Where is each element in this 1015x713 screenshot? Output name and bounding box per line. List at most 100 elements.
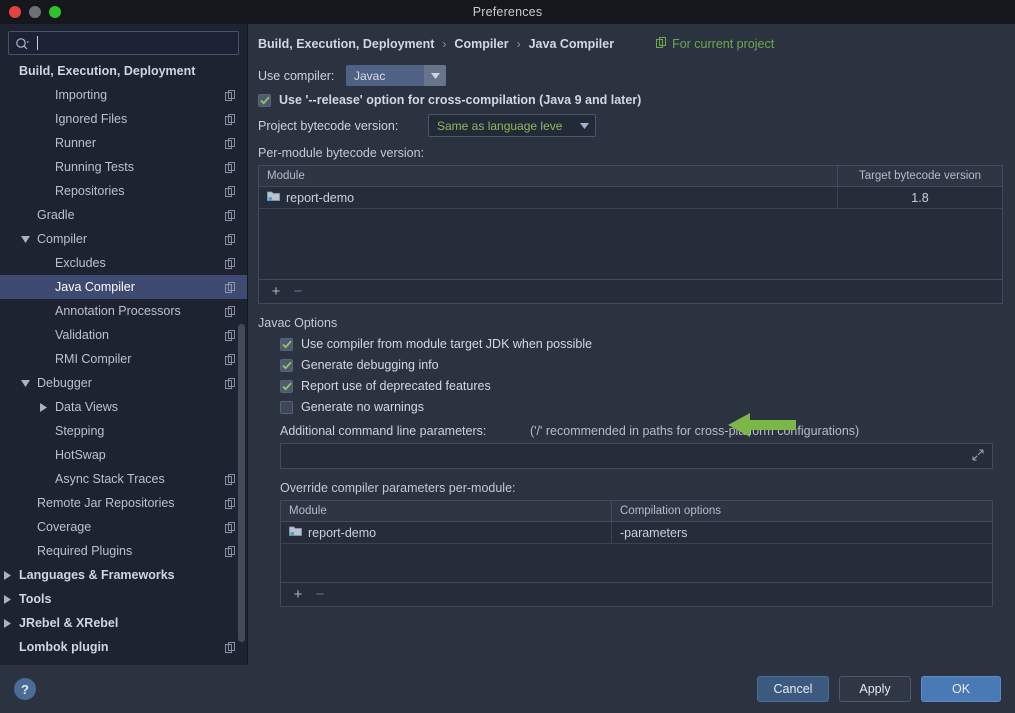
additional-params-input[interactable]: [289, 449, 972, 463]
copy-settings-icon[interactable]: [223, 641, 237, 653]
javac-option-row[interactable]: Generate debugging info: [280, 358, 1003, 372]
apply-button[interactable]: Apply: [839, 676, 911, 702]
sidebar-item-tools[interactable]: Tools: [0, 587, 247, 611]
javac-option-row[interactable]: Generate no warnings: [280, 400, 1003, 414]
sidebar-item-jrebel-xrebel[interactable]: JRebel & XRebel: [0, 611, 247, 635]
copy-settings-icon[interactable]: [223, 329, 237, 341]
target-version-cell[interactable]: 1.8: [837, 187, 1002, 208]
bytecode-table-header: Module Target bytecode version: [259, 166, 1002, 187]
close-window-button[interactable]: [9, 6, 21, 18]
sidebar-item-validation[interactable]: Validation: [0, 323, 247, 347]
sidebar-item-hotswap[interactable]: HotSwap: [0, 443, 247, 467]
sidebar-scrollbar[interactable]: [238, 324, 245, 642]
javac-option-checkbox[interactable]: [280, 337, 293, 351]
copy-settings-icon[interactable]: [223, 233, 237, 245]
release-option-row[interactable]: Use '--release' option for cross-compila…: [258, 93, 1003, 107]
sidebar-item-annotation-processors[interactable]: Annotation Processors: [0, 299, 247, 323]
cancel-button[interactable]: Cancel: [757, 676, 829, 702]
override-col-module[interactable]: Module: [281, 501, 611, 521]
use-compiler-select[interactable]: Javac: [346, 65, 446, 86]
sidebar-item-excludes[interactable]: Excludes: [0, 251, 247, 275]
copy-settings-icon[interactable]: [223, 113, 237, 125]
javac-option-row[interactable]: Use compiler from module target JDK when…: [280, 337, 1003, 351]
javac-option-checkbox[interactable]: [280, 379, 293, 393]
sidebar-item-gradle[interactable]: Gradle: [0, 203, 247, 227]
sidebar-item-stepping[interactable]: Stepping: [0, 419, 247, 443]
copy-settings-icon[interactable]: [223, 497, 237, 509]
help-button[interactable]: ?: [14, 678, 36, 700]
bytecode-col-target[interactable]: Target bytecode version: [837, 166, 1002, 186]
scope-indicator[interactable]: For current project: [656, 37, 774, 51]
sidebar-item-repositories[interactable]: Repositories: [0, 179, 247, 203]
add-override-button[interactable]: +: [289, 587, 307, 602]
bytecode-col-module[interactable]: Module: [259, 166, 837, 186]
breadcrumb-item-1[interactable]: Compiler: [454, 37, 508, 51]
zoom-window-button[interactable]: [49, 6, 61, 18]
release-option-checkbox[interactable]: [258, 93, 271, 107]
copy-settings-icon[interactable]: [223, 545, 237, 557]
remove-bytecode-button[interactable]: −: [289, 284, 307, 299]
add-bytecode-button[interactable]: +: [267, 284, 285, 299]
javac-option-row[interactable]: Report use of deprecated features: [280, 379, 1003, 393]
sidebar-item-rmi-compiler[interactable]: RMI Compiler: [0, 347, 247, 371]
sidebar-item-coverage[interactable]: Coverage: [0, 515, 247, 539]
sidebar-item-ignored-files[interactable]: Ignored Files: [0, 107, 247, 131]
remove-override-button[interactable]: −: [311, 587, 329, 602]
javac-option-checkbox[interactable]: [280, 400, 293, 414]
search-container: [0, 24, 247, 59]
sidebar-item-running-tests[interactable]: Running Tests: [0, 155, 247, 179]
sidebar-item-label: Lombok plugin: [19, 640, 109, 654]
sidebar-scrollbar-thumb[interactable]: [238, 324, 245, 642]
sidebar-item-importing[interactable]: Importing: [0, 83, 247, 107]
javac-option-label: Generate debugging info: [301, 358, 439, 372]
copy-settings-icon[interactable]: [223, 521, 237, 533]
tree-twisty-collapsed-icon[interactable]: [1, 594, 14, 604]
title-bar: Preferences: [0, 0, 1015, 24]
copy-settings-icon[interactable]: [223, 209, 237, 221]
tree-twisty-expanded-icon[interactable]: [19, 379, 32, 387]
sidebar-item-java-compiler[interactable]: Java Compiler: [0, 275, 247, 299]
module-cell[interactable]: report-demo: [281, 522, 611, 543]
copy-settings-icon[interactable]: [223, 281, 237, 293]
sidebar-item-lombok-plugin[interactable]: Lombok plugin: [0, 635, 247, 659]
sidebar-item-languages-frameworks[interactable]: Languages & Frameworks: [0, 563, 247, 587]
copy-settings-icon[interactable]: [223, 353, 237, 365]
tree-twisty-collapsed-icon[interactable]: [1, 570, 14, 580]
copy-settings-icon[interactable]: [223, 473, 237, 485]
sidebar-item-runner[interactable]: Runner: [0, 131, 247, 155]
copy-settings-icon[interactable]: [223, 377, 237, 389]
breadcrumb-item-0[interactable]: Build, Execution, Deployment: [258, 37, 434, 51]
copy-settings-icon[interactable]: [223, 161, 237, 173]
additional-params-field[interactable]: [280, 443, 993, 469]
sidebar-item-debugger[interactable]: Debugger: [0, 371, 247, 395]
sidebar-item-build-execution-deployment[interactable]: Build, Execution, Deployment: [0, 59, 247, 83]
module-cell[interactable]: report-demo: [259, 187, 837, 208]
sidebar-item-required-plugins[interactable]: Required Plugins: [0, 539, 247, 563]
sidebar-item-async-stack-traces[interactable]: Async Stack Traces: [0, 467, 247, 491]
search-box[interactable]: [8, 31, 239, 55]
ok-button[interactable]: OK: [921, 676, 1001, 702]
project-bytecode-select[interactable]: Same as language leve: [428, 114, 596, 137]
compilation-options-cell[interactable]: -parameters: [611, 522, 992, 543]
copy-settings-icon[interactable]: [223, 257, 237, 269]
javac-option-checkbox[interactable]: [280, 358, 293, 372]
copy-settings-icon[interactable]: [223, 185, 237, 197]
copy-settings-icon[interactable]: [223, 89, 237, 101]
dialog-footer: ? Cancel Apply OK: [0, 665, 1015, 713]
table-row[interactable]: report-demo -parameters: [281, 522, 992, 544]
tree-twisty-collapsed-icon[interactable]: [37, 402, 50, 412]
sidebar-item-data-views[interactable]: Data Views: [0, 395, 247, 419]
sidebar-item-remote-jar-repositories[interactable]: Remote Jar Repositories: [0, 491, 247, 515]
override-col-options[interactable]: Compilation options: [611, 501, 992, 521]
copy-settings-icon[interactable]: [223, 137, 237, 149]
additional-params-label: Additional command line parameters:: [280, 424, 487, 438]
sidebar-item-compiler[interactable]: Compiler: [0, 227, 247, 251]
search-input[interactable]: [38, 36, 232, 50]
tree-twisty-expanded-icon[interactable]: [19, 235, 32, 243]
table-row[interactable]: report-demo 1.8: [259, 187, 1002, 209]
minimize-window-button[interactable]: [29, 6, 41, 18]
tree-twisty-collapsed-icon[interactable]: [1, 618, 14, 628]
chevron-down-icon[interactable]: [573, 115, 595, 136]
copy-settings-icon[interactable]: [223, 305, 237, 317]
expand-editor-icon[interactable]: [972, 448, 984, 464]
